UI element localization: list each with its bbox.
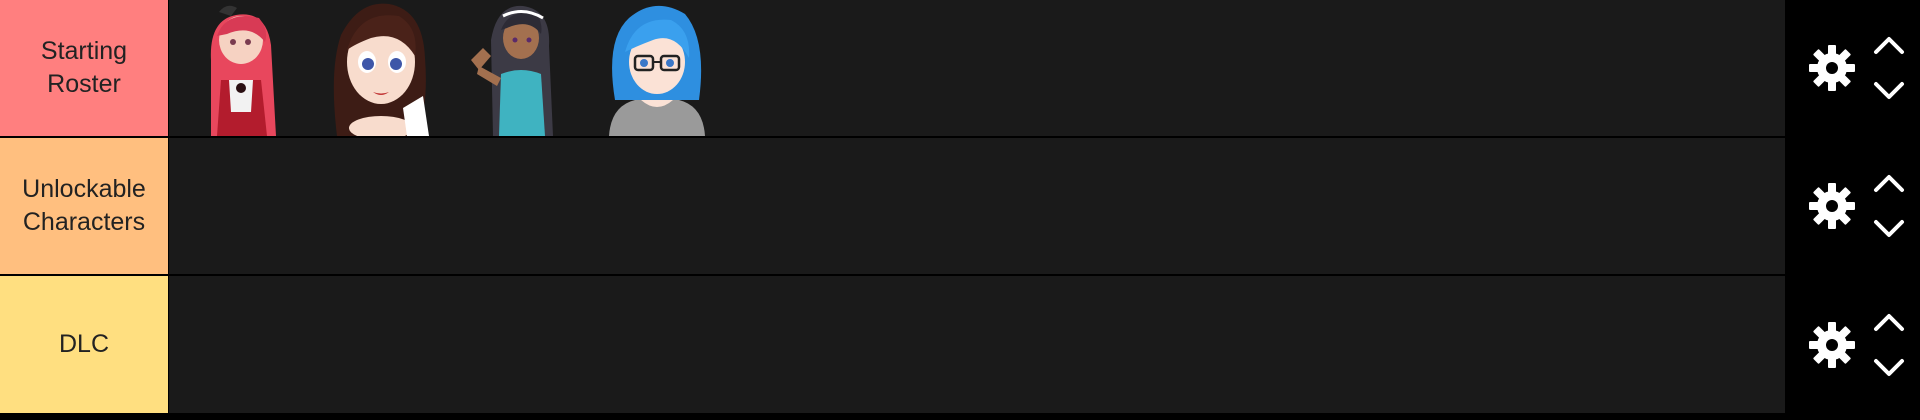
character-blue-hair-glasses[interactable] <box>595 0 715 136</box>
tier-label[interactable]: Starting Roster <box>0 0 169 136</box>
chevron-up-icon[interactable] <box>1872 172 1906 194</box>
move-controls <box>1872 311 1906 379</box>
tier-controls <box>1785 0 1920 136</box>
gear-icon[interactable] <box>1807 181 1857 231</box>
gear-icon[interactable] <box>1807 43 1857 93</box>
tier-items-dropzone[interactable] <box>169 138 1785 274</box>
character-dark-hair[interactable] <box>457 0 577 136</box>
tier-items-dropzone[interactable] <box>169 0 1785 136</box>
tier-controls <box>1785 138 1920 274</box>
chevron-down-icon[interactable] <box>1872 80 1906 102</box>
tier-controls <box>1785 276 1920 413</box>
character-brown-hair[interactable] <box>319 0 439 136</box>
tier-items-dropzone[interactable] <box>169 276 1785 413</box>
tier-row-unlockable-characters: Unlockable Characters <box>0 138 1920 276</box>
gear-icon[interactable] <box>1807 320 1857 370</box>
tier-list: Starting Roster Unlockable Characters DL… <box>0 0 1920 420</box>
move-controls <box>1872 172 1906 240</box>
tier-label[interactable]: DLC <box>0 276 169 413</box>
character-red-hair[interactable] <box>181 0 301 136</box>
chevron-down-icon[interactable] <box>1872 357 1906 379</box>
chevron-down-icon[interactable] <box>1872 218 1906 240</box>
tier-label-text: DLC <box>58 330 109 358</box>
chevron-up-icon[interactable] <box>1872 311 1906 333</box>
tier-row-dlc: DLC <box>0 276 1920 416</box>
tier-row-starting-roster: Starting Roster <box>0 0 1920 138</box>
tier-label[interactable]: Unlockable Characters <box>0 138 169 274</box>
move-controls <box>1872 34 1906 102</box>
chevron-up-icon[interactable] <box>1872 34 1906 56</box>
tier-label-text: Unlockable Characters <box>22 175 146 236</box>
tier-label-text: Starting Roster <box>40 37 128 98</box>
